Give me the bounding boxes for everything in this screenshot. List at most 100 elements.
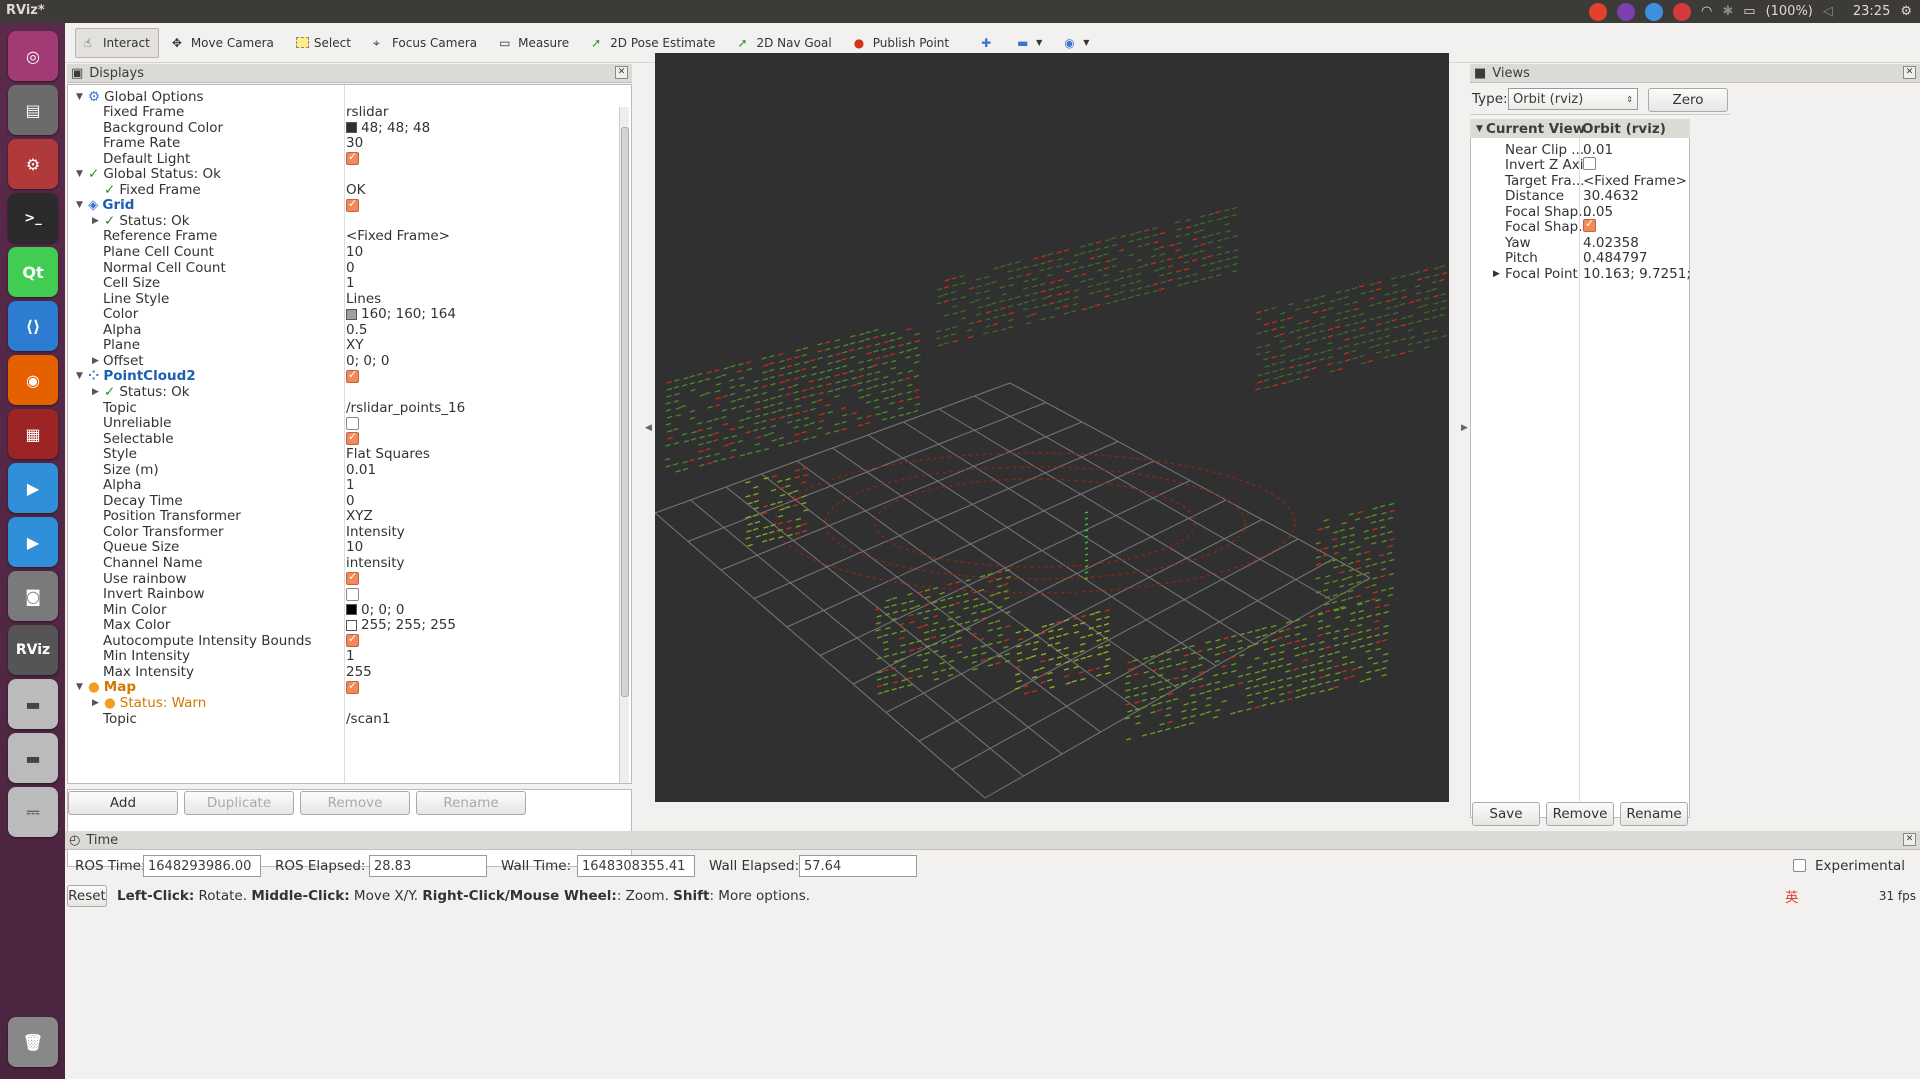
app-tray-icon[interactable] (1617, 2, 1636, 21)
display-row-value[interactable] (346, 368, 363, 383)
display-row-value[interactable] (346, 632, 363, 648)
checkbox[interactable] (346, 587, 359, 601)
vertical-scrollbar[interactable] (619, 107, 629, 783)
color-swatch[interactable] (346, 604, 357, 616)
pointcloud-scene[interactable] (655, 53, 1449, 802)
checkbox[interactable] (346, 679, 359, 694)
chevron-down-icon[interactable]: ▼ (76, 169, 83, 179)
scroll-thumb[interactable] (621, 127, 629, 697)
close-icon[interactable]: ✕ (615, 66, 628, 79)
view-type-select[interactable]: Orbit (rviz) ⇕ (1508, 88, 1638, 110)
settings-icon[interactable]: ⚙ (8, 139, 58, 189)
workspace-icon[interactable]: ▦ (8, 409, 58, 459)
bluetooth-icon[interactable]: ✱ (1722, 4, 1733, 19)
checkbox[interactable] (346, 570, 359, 586)
chevron-right-icon[interactable]: ▶ (92, 216, 99, 226)
usb-icon[interactable]: ⎓ (8, 787, 58, 837)
display-row-value[interactable] (346, 150, 363, 166)
chevron-down-icon[interactable]: ▼ (76, 371, 83, 381)
firefox-icon[interactable]: ◉ (8, 355, 58, 405)
view-row-value[interactable]: 10.163; 9.7251; -... (1583, 266, 1691, 282)
checkbox[interactable] (346, 430, 359, 446)
rename-display-button[interactable]: Rename (416, 791, 526, 815)
checkbox[interactable] (346, 150, 359, 166)
display-row-value[interactable] (346, 570, 363, 586)
reset-button[interactable]: Reset (67, 885, 107, 907)
chevron-down-icon[interactable]: ▼ (1476, 124, 1483, 134)
media-player-icon[interactable]: ▶ (8, 517, 58, 567)
player-tray-icon[interactable] (1645, 2, 1664, 21)
close-icon[interactable]: ✕ (1903, 66, 1916, 79)
view-row[interactable]: ▶Focal Point10.163; 9.7251; -... (1471, 264, 1691, 283)
collapse-left-handle[interactable]: ◀ (645, 423, 652, 433)
display-row[interactable]: Topic/scan1 (68, 709, 623, 728)
close-icon[interactable]: ✕ (1903, 833, 1916, 846)
rviz-icon[interactable]: RViz (8, 625, 58, 675)
tool-interact[interactable]: ☝ Interact (75, 27, 159, 58)
checkbox[interactable] (346, 416, 359, 430)
experimental-checkbox[interactable] (1793, 859, 1806, 872)
chevron-right-icon[interactable]: ▶ (92, 698, 99, 708)
volume-icon[interactable]: ◁ (1823, 4, 1833, 19)
drive-icon[interactable]: ▬ (8, 733, 58, 783)
display-row-value[interactable]: /scan1 (346, 711, 390, 727)
clock[interactable]: 23:25 (1853, 4, 1890, 19)
tool-focus-camera[interactable]: ⌖ Focus Camera (364, 28, 486, 58)
trash-icon[interactable]: 🗑 (8, 1017, 58, 1067)
qt-creator-icon[interactable]: Qt (8, 247, 58, 297)
files-icon[interactable]: ▤ (8, 85, 58, 135)
vscode-icon[interactable]: ⟨⟩ (8, 301, 58, 351)
display-row-value[interactable] (346, 679, 363, 694)
duplicate-display-button[interactable]: Duplicate (184, 791, 294, 815)
chevron-down-icon[interactable]: ▼ (76, 200, 83, 210)
ros-time-field[interactable]: 1648293986.00 (143, 855, 261, 877)
gear-icon[interactable]: ⚙ (1900, 4, 1912, 19)
wall-elapsed-field[interactable]: 57.64 (799, 855, 917, 877)
current-view-header[interactable]: ▼ Current View Orbit (rviz) (1470, 119, 1690, 138)
checkbox[interactable] (1583, 156, 1596, 170)
ros-elapsed-field[interactable]: 28.83 (369, 855, 487, 877)
color-swatch[interactable] (346, 619, 357, 631)
views-tree[interactable]: Near Clip ... 0.01 Invert Z Axis Target Fra… (1470, 138, 1691, 818)
display-row-value[interactable] (346, 197, 363, 212)
chevron-down-icon[interactable]: ▼ (76, 92, 83, 102)
add-display-button[interactable]: Add (68, 791, 178, 815)
displays-tree[interactable]: ▼ ⚙ Global Options Fixed Frame rslidar Backgr… (67, 84, 632, 784)
column-divider[interactable] (1579, 138, 1580, 816)
display-row-value[interactable] (346, 416, 363, 430)
checkbox[interactable] (1583, 218, 1596, 232)
checkbox[interactable] (346, 368, 359, 383)
color-swatch[interactable] (346, 122, 357, 134)
remove-display-button[interactable]: Remove (300, 791, 410, 815)
camera-icon[interactable]: ◙ (8, 571, 58, 621)
checkbox[interactable] (346, 197, 359, 212)
display-row-value[interactable] (346, 587, 363, 601)
terminal-icon[interactable]: >_ (8, 193, 58, 243)
save-view-button[interactable]: Save (1472, 802, 1540, 826)
battery-icon[interactable]: ▭ (1743, 4, 1755, 19)
zero-button[interactable]: Zero (1648, 88, 1728, 112)
chevron-right-icon[interactable]: ▶ (92, 356, 99, 366)
tool-measure[interactable]: ▭ Measure (490, 28, 578, 58)
chevron-right-icon[interactable]: ▶ (92, 387, 99, 397)
rename-view-button[interactable]: Rename (1620, 802, 1688, 826)
wifi-icon[interactable]: ◠ (1701, 4, 1712, 19)
video-player-icon[interactable]: ▶ (8, 463, 58, 513)
ubuntu-dash-icon[interactable]: ◎ (8, 31, 58, 81)
3d-render-view[interactable] (655, 53, 1449, 802)
disk-icon[interactable]: ▬ (8, 679, 58, 729)
tool-move-camera[interactable]: ✥ Move Camera (163, 28, 283, 58)
tool-select[interactable]: Select (287, 28, 360, 58)
wall-time-field[interactable]: 1648308355.41 (577, 855, 695, 877)
ime-indicator[interactable]: 英 (1785, 886, 1799, 906)
chevron-right-icon[interactable]: ▶ (1493, 269, 1500, 279)
color-swatch[interactable] (346, 308, 357, 320)
checkbox[interactable] (346, 632, 359, 648)
stop-icon[interactable] (1673, 2, 1692, 21)
chevron-down-icon[interactable]: ▼ (76, 682, 83, 692)
lidar-point (1078, 670, 1085, 674)
collapse-right-handle[interactable]: ▶ (1461, 423, 1468, 433)
display-row-value[interactable] (346, 430, 363, 446)
remove-view-button[interactable]: Remove (1546, 802, 1614, 826)
sogou-icon[interactable] (1589, 2, 1608, 21)
